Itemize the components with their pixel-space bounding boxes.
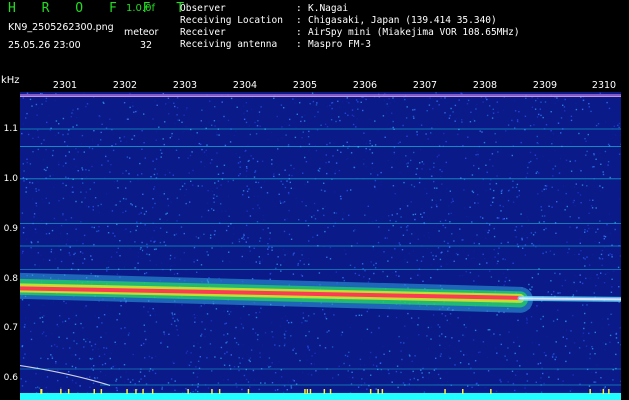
meteor-count: 32 (140, 40, 153, 51)
info-row-location: Receiving Location : Chigasaki, Japan (1… (180, 15, 520, 27)
bottom-marker (211, 389, 213, 394)
info-row-observer: Observer : K.Nagai (180, 3, 520, 15)
bottom-marker (369, 389, 372, 394)
time-label: 2306 (352, 80, 378, 91)
time-label: 2310 (591, 80, 617, 91)
bottom-marker (142, 389, 144, 394)
info-sep: : (296, 3, 302, 14)
time-label: 2309 (532, 80, 558, 91)
info-key: Receiving Location (180, 15, 283, 26)
bottom-marker (323, 389, 326, 394)
spectrogram-plot (20, 92, 621, 400)
info-key: Receiver (180, 27, 226, 38)
info-value: K.Nagai (308, 3, 349, 14)
bottom-marker (602, 389, 605, 394)
bottom-strip (20, 393, 621, 400)
version-label: 1.0.0f (126, 3, 155, 14)
bottom-marker (381, 389, 384, 394)
info-sep: : (296, 15, 302, 26)
time-label: 2307 (412, 80, 438, 91)
bottom-marker (608, 389, 610, 394)
bottom-marker (187, 389, 189, 394)
info-key: Receiving antenna (180, 39, 278, 50)
spectrogram-canvas (20, 92, 621, 400)
y-tick-label: 1.0 (3, 174, 18, 184)
time-label: 2301 (52, 80, 78, 91)
time-label: 2304 (232, 80, 258, 91)
file-name: KN9_2505262300.png (8, 22, 114, 33)
bottom-marker (60, 389, 62, 394)
bottom-marker (444, 389, 446, 394)
info-value: Chigasaki, Japan (139.414 35.340) (308, 15, 497, 26)
top-band-highlight (20, 96, 621, 97)
y-tick-label: 0.6 (3, 373, 18, 383)
bottom-marker (589, 389, 591, 394)
hroft-window: H R O F F T 1.0.0f KN9_2505262300.png me… (0, 0, 629, 400)
info-value: AirSpy mini (Miakejima VOR 108.65MHz) (308, 27, 520, 38)
bottom-marker (126, 389, 128, 394)
bottom-marker (306, 389, 309, 394)
bottom-marker (67, 389, 70, 394)
bottom-marker (40, 389, 43, 394)
y-tick-label: 0.8 (3, 274, 18, 284)
y-tick-label: 1.1 (3, 124, 18, 134)
bottom-marker (329, 389, 332, 394)
info-value: Maspro FM-3 (308, 39, 371, 50)
bottom-marker (462, 389, 464, 394)
bottom-marker (247, 389, 250, 394)
info-sep: : (296, 27, 302, 38)
bottom-marker (309, 389, 312, 394)
signal-tail-core (519, 297, 621, 301)
bottom-marker (93, 389, 95, 394)
y-tick-label: 0.7 (3, 323, 18, 333)
info-row-antenna: Receiving antenna : Maspro FM-3 (180, 39, 520, 51)
bottom-marker (218, 389, 221, 394)
bottom-marker (490, 389, 492, 394)
time-label: 2302 (112, 80, 138, 91)
bottom-marker (100, 389, 103, 394)
meteor-label: meteor (124, 27, 159, 38)
frequency-axis: 1.1 1.0 0.9 0.8 0.7 0.6 (0, 0, 20, 400)
bottom-marker (135, 389, 137, 394)
info-key: Observer (180, 3, 226, 14)
time-label: 2303 (172, 80, 198, 91)
bottom-marker (151, 389, 154, 394)
bottom-marker (377, 389, 379, 394)
bottom-marker (304, 389, 306, 394)
y-tick-label: 0.9 (3, 224, 18, 234)
observation-info: Observer : K.Nagai Receiving Location : … (180, 3, 520, 51)
info-row-receiver: Receiver : AirSpy mini (Miakejima VOR 10… (180, 27, 520, 39)
app-title: H R O F F T (8, 1, 194, 16)
time-label: 2305 (292, 80, 318, 91)
info-sep: : (296, 39, 302, 50)
time-label: 2308 (472, 80, 498, 91)
